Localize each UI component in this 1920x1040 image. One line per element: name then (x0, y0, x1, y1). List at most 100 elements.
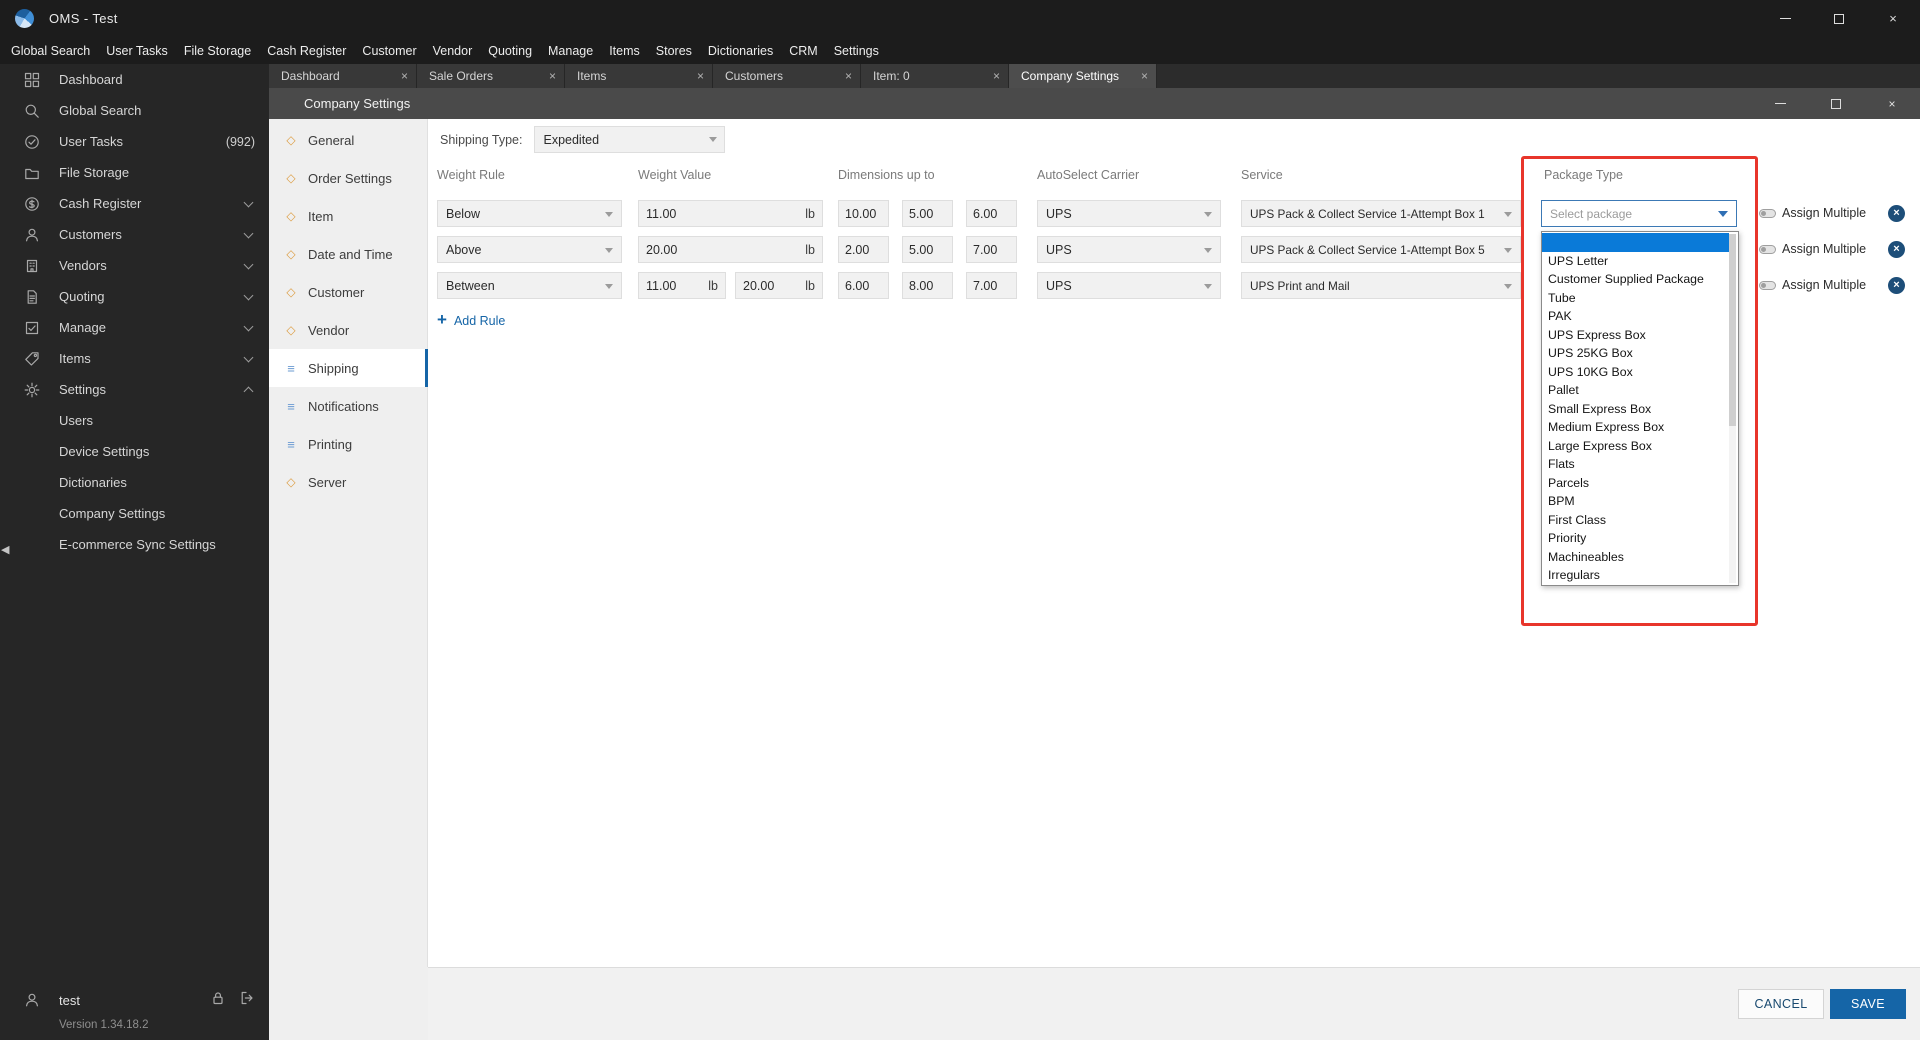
package-option-machineables[interactable]: Machineables (1542, 548, 1738, 567)
tab-close-icon[interactable]: × (1141, 70, 1148, 82)
add-rule-button[interactable]: + Add Rule (437, 311, 505, 328)
menu-item-stores[interactable]: Stores (648, 44, 700, 58)
sidebar-item-dashboard[interactable]: Dashboard (0, 64, 269, 95)
package-option-parcels[interactable]: Parcels (1542, 474, 1738, 493)
tab-customers[interactable]: Customers × (713, 64, 861, 88)
dimension-input[interactable]: 7.00 (966, 272, 1017, 299)
sidebar-item-quoting[interactable]: Quoting (0, 281, 269, 312)
carrier-select[interactable]: UPS (1037, 272, 1221, 299)
sidebar-collapse-handle[interactable]: ◀ (1, 545, 9, 556)
tab-close-icon[interactable]: × (401, 70, 408, 82)
sidebar-item-settings[interactable]: Settings (0, 374, 269, 405)
dimension-input[interactable]: 6.00 (966, 200, 1017, 227)
shipping-type-select[interactable]: Expedited (534, 126, 726, 153)
settings-nav-printing[interactable]: ≡ Printing (269, 425, 427, 463)
carrier-select[interactable]: UPS (1037, 200, 1221, 227)
package-option-ups-express-box[interactable]: UPS Express Box (1542, 326, 1738, 345)
settings-nav-order-settings[interactable]: ◇ Order Settings (269, 159, 427, 197)
package-option-tube[interactable]: Tube (1542, 289, 1738, 308)
package-option-ups-letter[interactable]: UPS Letter (1542, 252, 1738, 271)
tab-dashboard[interactable]: Dashboard × (269, 64, 417, 88)
menu-item-items[interactable]: Items (601, 44, 648, 58)
package-option-small-express-box[interactable]: Small Express Box (1542, 400, 1738, 419)
sidebar-item-user-tasks[interactable]: User Tasks (992) (0, 126, 269, 157)
tab-sale-orders[interactable]: Sale Orders × (417, 64, 565, 88)
menu-item-user-tasks[interactable]: User Tasks (98, 44, 176, 58)
tab-close-icon[interactable]: × (845, 70, 852, 82)
package-option-customer-supplied-package[interactable]: Customer Supplied Package (1542, 270, 1738, 289)
assign-multiple-toggle[interactable] (1759, 281, 1776, 290)
assign-multiple-toggle[interactable] (1759, 209, 1776, 218)
sidebar-item-vendors[interactable]: Vendors (0, 250, 269, 281)
package-option-pallet[interactable]: Pallet (1542, 381, 1738, 400)
menu-item-quoting[interactable]: Quoting (480, 44, 540, 58)
settings-nav-vendor[interactable]: ◇ Vendor (269, 311, 427, 349)
dimension-input[interactable]: 7.00 (966, 236, 1017, 263)
save-button[interactable]: SAVE (1830, 989, 1906, 1019)
weight-value-input[interactable]: 20.00 lb (638, 236, 823, 263)
settings-nav-item[interactable]: ◇ Item (269, 197, 427, 235)
dimension-input[interactable]: 8.00 (902, 272, 953, 299)
sidebar-item-manage[interactable]: Manage (0, 312, 269, 343)
sidebar-item-file-storage[interactable]: File Storage (0, 157, 269, 188)
menu-item-dictionaries[interactable]: Dictionaries (700, 44, 781, 58)
weight-rule-select[interactable]: Below (437, 200, 622, 227)
menu-item-cash-register[interactable]: Cash Register (259, 44, 354, 58)
cancel-button[interactable]: CANCEL (1738, 989, 1824, 1019)
delete-rule-button[interactable]: × (1888, 205, 1905, 222)
menu-item-global-search[interactable]: Global Search (3, 44, 98, 58)
dimension-input[interactable]: 5.00 (902, 200, 953, 227)
sidebar-item-items[interactable]: Items (0, 343, 269, 374)
menu-item-manage[interactable]: Manage (540, 44, 601, 58)
window-maximize-button[interactable] (1812, 0, 1866, 37)
delete-rule-button[interactable]: × (1888, 277, 1905, 294)
menu-item-customer[interactable]: Customer (354, 44, 424, 58)
sidebar-item-customers[interactable]: Customers (0, 219, 269, 250)
package-option-priority[interactable]: Priority (1542, 529, 1738, 548)
menu-item-file-storage[interactable]: File Storage (176, 44, 259, 58)
package-option-pak[interactable]: PAK (1542, 307, 1738, 326)
logout-icon[interactable] (239, 990, 255, 1011)
settings-nav-customer[interactable]: ◇ Customer (269, 273, 427, 311)
tab-item-0[interactable]: Item: 0 × (861, 64, 1009, 88)
menu-item-crm[interactable]: CRM (781, 44, 825, 58)
package-option-blank[interactable] (1542, 233, 1729, 252)
tab-close-icon[interactable]: × (993, 70, 1000, 82)
scrollbar-thumb[interactable] (1729, 234, 1736, 426)
sidebar-item-company-settings[interactable]: Company Settings (0, 498, 269, 529)
lock-icon[interactable] (210, 990, 226, 1011)
package-option-ups-10kg-box[interactable]: UPS 10KG Box (1542, 363, 1738, 382)
package-type-combobox[interactable]: Select package (1541, 200, 1737, 227)
sidebar-item-users[interactable]: Users (0, 405, 269, 436)
settings-nav-general[interactable]: ◇ General (269, 121, 427, 159)
menu-item-vendor[interactable]: Vendor (425, 44, 481, 58)
sidebar-item-dictionaries[interactable]: Dictionaries (0, 467, 269, 498)
package-option-ups-25kg-box[interactable]: UPS 25KG Box (1542, 344, 1738, 363)
package-option-irregulars[interactable]: Irregulars (1542, 566, 1738, 585)
package-option-large-express-box[interactable]: Large Express Box (1542, 437, 1738, 456)
delete-rule-button[interactable]: × (1888, 241, 1905, 258)
panel-maximize-button[interactable] (1808, 88, 1864, 119)
dimension-input[interactable]: 2.00 (838, 236, 889, 263)
service-select[interactable]: UPS Print and Mail (1241, 272, 1521, 299)
carrier-select[interactable]: UPS (1037, 236, 1221, 263)
weight-rule-select[interactable]: Between (437, 272, 622, 299)
package-option-medium-express-box[interactable]: Medium Express Box (1542, 418, 1738, 437)
service-select[interactable]: UPS Pack & Collect Service 1-Attempt Box… (1241, 236, 1521, 263)
tab-items[interactable]: Items × (565, 64, 713, 88)
package-option-flats[interactable]: Flats (1542, 455, 1738, 474)
sidebar-item-device-settings[interactable]: Device Settings (0, 436, 269, 467)
sidebar-item-cash-register[interactable]: Cash Register (0, 188, 269, 219)
tab-close-icon[interactable]: × (549, 70, 556, 82)
settings-nav-date-and-time[interactable]: ◇ Date and Time (269, 235, 427, 273)
dimension-input[interactable]: 5.00 (902, 236, 953, 263)
assign-multiple-toggle[interactable] (1759, 245, 1776, 254)
sidebar-item-e-commerce-sync-settings[interactable]: E-commerce Sync Settings (0, 529, 269, 560)
window-close-button[interactable]: × (1866, 0, 1920, 37)
settings-nav-shipping[interactable]: ≡ Shipping (269, 349, 428, 387)
settings-nav-server[interactable]: ◇ Server (269, 463, 427, 501)
listbox-scrollbar[interactable] (1729, 234, 1736, 583)
weight-rule-select[interactable]: Above (437, 236, 622, 263)
sidebar-item-global-search[interactable]: Global Search (0, 95, 269, 126)
menu-item-settings[interactable]: Settings (826, 44, 887, 58)
